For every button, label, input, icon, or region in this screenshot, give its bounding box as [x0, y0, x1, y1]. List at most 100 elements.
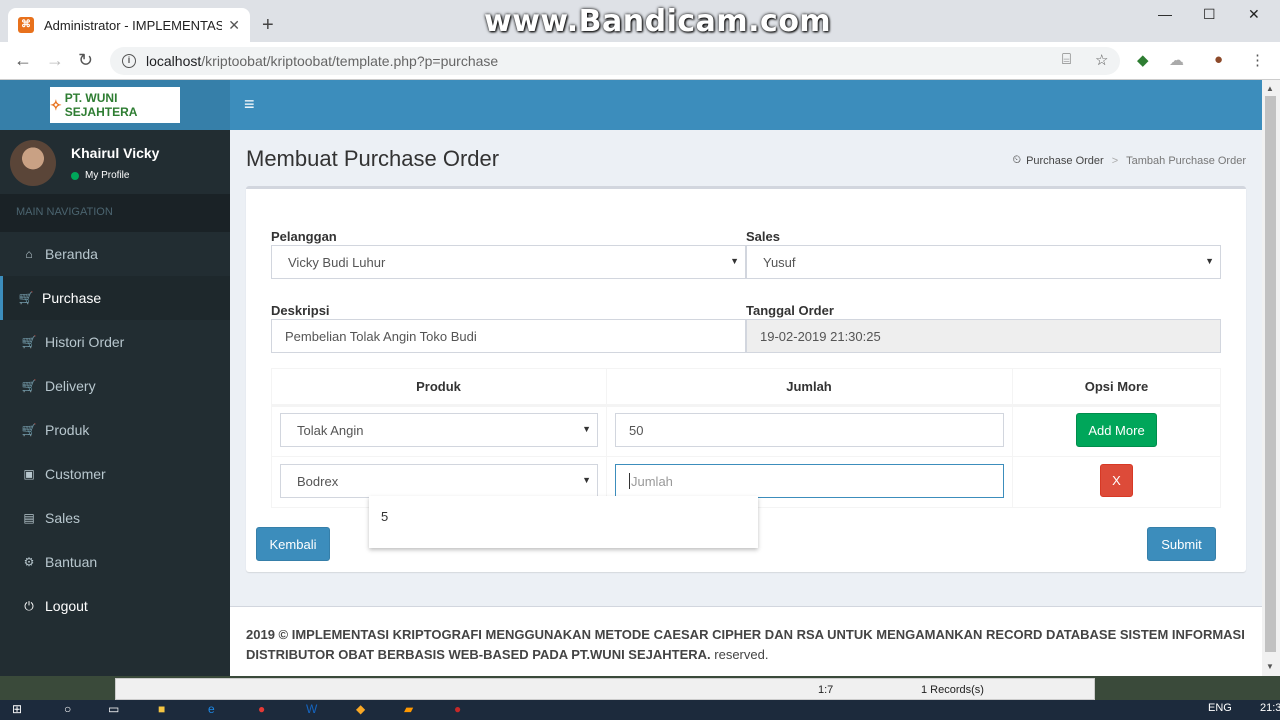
- minimize-icon[interactable]: —: [1158, 6, 1172, 22]
- autocomplete-dropdown[interactable]: 5: [369, 496, 758, 548]
- back-icon[interactable]: ←: [14, 50, 32, 71]
- table-col-divider: [606, 369, 607, 507]
- sidebar-item-produk[interactable]: 🛒 Produk: [0, 408, 230, 452]
- tanggal-order-label: Tanggal Order: [746, 303, 834, 318]
- nav-header: MAIN NAVIGATION: [0, 194, 230, 232]
- sales-label: Sales: [746, 229, 780, 244]
- window-close-icon[interactable]: ✕: [1248, 6, 1260, 23]
- bandicam-watermark: www.Bandicam.com: [484, 4, 832, 39]
- deskripsi-input[interactable]: Pembelian Tolak Angin Toko Budi: [271, 319, 746, 353]
- windows-start-icon[interactable]: ⊞: [12, 702, 22, 716]
- reload-icon[interactable]: ↻: [78, 50, 93, 71]
- new-tab-button[interactable]: +: [262, 14, 274, 37]
- site-info-icon[interactable]: i: [122, 54, 136, 68]
- sales-select[interactable]: Yusuf ▼: [746, 245, 1221, 279]
- produk-value: Bodrex: [297, 473, 339, 489]
- search-icon[interactable]: ○: [64, 702, 71, 716]
- sidebar-item-bantuan[interactable]: ⚙ Bantuan: [0, 540, 230, 584]
- logo-area[interactable]: ✧ PT. WUNI SEJAHTERA: [0, 80, 230, 130]
- bookmark-star-icon[interactable]: ☆: [1095, 51, 1108, 69]
- sidebar-item-label: Customer: [45, 466, 106, 482]
- language-indicator[interactable]: ENG: [1208, 702, 1232, 714]
- maximize-icon[interactable]: ☐: [1203, 6, 1216, 23]
- online-status-icon: [71, 171, 79, 180]
- table-header-produk: Produk: [271, 369, 606, 405]
- table-header-divider: [271, 405, 1221, 407]
- task-view-icon[interactable]: ▭: [108, 702, 119, 716]
- tab-close-icon[interactable]: ✕: [228, 17, 240, 34]
- page-scrollbar[interactable]: ▲ ▼: [1262, 80, 1280, 676]
- windows-taskbar: ⊞ ○ ▭ ■ e ● W ◆ ▰ ● ENG 21:3: [0, 700, 1280, 720]
- extension-icon[interactable]: ◆: [1137, 51, 1149, 69]
- menu-kebab-icon[interactable]: ⋮: [1250, 51, 1265, 69]
- produk-select-row2[interactable]: Bodrex ▼: [280, 464, 598, 498]
- sidebar-item-beranda[interactable]: ⌂ Beranda: [0, 232, 230, 276]
- sublime-icon[interactable]: ▰: [404, 702, 413, 716]
- remove-row-button[interactable]: X: [1100, 464, 1133, 497]
- scroll-up-icon[interactable]: ▲: [1266, 84, 1274, 93]
- jumlah-input-row2[interactable]: Jumlah: [615, 464, 1004, 498]
- sidebar-item-label: Sales: [45, 510, 81, 526]
- sidebar-item-logout[interactable]: ⏻ Logout: [0, 584, 230, 628]
- bandicam-icon[interactable]: ●: [454, 702, 461, 716]
- submit-button[interactable]: Submit: [1147, 527, 1216, 561]
- browser-toolbar: ← → ↻ i localhost/kriptoobat/kriptoobat/…: [0, 42, 1280, 80]
- scrollbar-thumb[interactable]: [1265, 96, 1276, 652]
- app-icon[interactable]: ◆: [356, 702, 365, 716]
- autocomplete-option[interactable]: 5: [381, 509, 388, 524]
- chevron-down-icon: ▼: [1205, 256, 1214, 266]
- breadcrumb-root[interactable]: Purchase Order: [1026, 155, 1104, 167]
- jumlah-placeholder: Jumlah: [631, 473, 673, 489]
- jumlah-value: 50: [629, 422, 644, 438]
- cart-icon: 🛒: [18, 291, 34, 305]
- sidebar-item-customer[interactable]: ▣ Customer: [0, 452, 230, 496]
- produk-select-row1[interactable]: Tolak Angin ▼: [280, 413, 598, 447]
- page-title: Membuat Purchase Order: [246, 146, 500, 171]
- table-row-divider: [271, 456, 1221, 457]
- forward-icon[interactable]: →: [46, 50, 64, 71]
- profile-avatar-icon[interactable]: ●: [1214, 51, 1223, 68]
- deskripsi-label: Deskripsi: [271, 303, 330, 318]
- sidebar-item-histori-order[interactable]: 🛒 Histori Order: [0, 320, 230, 364]
- clock[interactable]: 21:3: [1260, 702, 1280, 714]
- jumlah-input-row1[interactable]: 50: [615, 413, 1004, 447]
- table-header-jumlah: Jumlah: [606, 369, 1012, 405]
- sidebar-item-purchase[interactable]: 🛒 Purchase: [0, 276, 230, 320]
- app-page: ✧ PT. WUNI SEJAHTERA Khairul Vicky My Pr…: [0, 80, 1262, 676]
- company-logo: ✧ PT. WUNI SEJAHTERA: [50, 87, 180, 123]
- cart-icon: 🛒: [21, 423, 37, 437]
- translate-icon[interactable]: ⌸: [1062, 51, 1071, 68]
- address-bar[interactable]: i localhost/kriptoobat/kriptoobat/templa…: [110, 47, 1120, 75]
- browser-tabbar: ⌘ Administrator - IMPLEMENTASI K ✕ + www…: [0, 0, 1280, 42]
- sidebar-item-label: Logout: [45, 598, 88, 614]
- kembali-button[interactable]: Kembali: [256, 527, 330, 561]
- scroll-down-icon[interactable]: ▼: [1266, 662, 1274, 671]
- sidebar-item-sales[interactable]: ▤ Sales: [0, 496, 230, 540]
- sidebar-item-label: Purchase: [42, 290, 102, 306]
- cloud-extension-icon[interactable]: ☁: [1169, 51, 1184, 69]
- edge-icon[interactable]: e: [208, 702, 215, 716]
- footer: 2019 © IMPLEMENTASI KRIPTOGRAFI MENGGUNA…: [230, 606, 1262, 676]
- gear-icon: ⚙: [23, 555, 35, 569]
- file-explorer-icon[interactable]: ■: [158, 702, 165, 716]
- chrome-icon[interactable]: ●: [258, 702, 265, 716]
- browser-tab[interactable]: ⌘ Administrator - IMPLEMENTASI K ✕: [8, 8, 250, 42]
- sidebar-item-delivery[interactable]: 🛒 Delivery: [0, 364, 230, 408]
- table-header-opsi: Opsi More: [1012, 369, 1221, 405]
- user-icon: ▣: [23, 467, 35, 481]
- breadcrumb: ⏲ Purchase Order > Tambah Purchase Order: [1012, 154, 1246, 167]
- add-more-button[interactable]: Add More: [1076, 413, 1157, 447]
- user-panel: Khairul Vicky My Profile: [0, 130, 230, 194]
- word-icon[interactable]: W: [306, 702, 317, 716]
- sidebar: ✧ PT. WUNI SEJAHTERA Khairul Vicky My Pr…: [0, 80, 230, 676]
- url-text: localhost/kriptoobat/kriptoobat/template…: [146, 53, 499, 69]
- my-profile-link[interactable]: My Profile: [71, 170, 129, 181]
- table-border-left: [271, 369, 272, 507]
- hamburger-menu-icon[interactable]: ≡: [244, 94, 255, 115]
- sidebar-item-label: Delivery: [45, 378, 96, 394]
- tab-title: Administrator - IMPLEMENTASI K: [44, 17, 223, 33]
- tanggal-order-value: 19-02-2019 21:30:25: [760, 328, 881, 344]
- avatar: [10, 140, 56, 186]
- pelanggan-select[interactable]: Vicky Budi Luhur ▼: [271, 245, 746, 279]
- pelanggan-label: Pelanggan: [271, 229, 337, 244]
